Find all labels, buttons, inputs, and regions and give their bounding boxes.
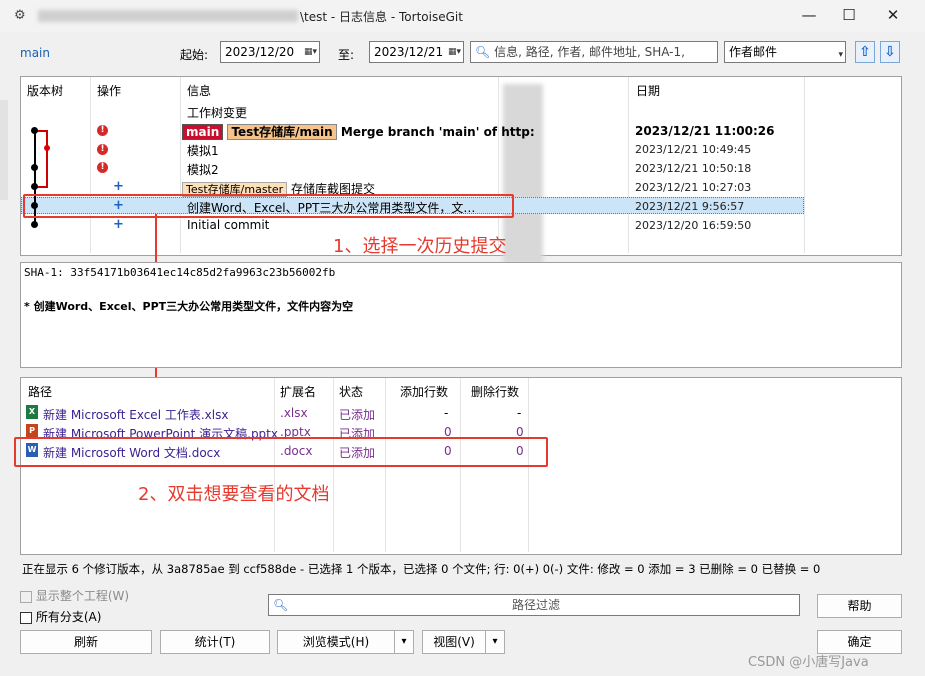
- blurred-title-path: [38, 10, 298, 22]
- browse-mode-dropdown[interactable]: ▾: [394, 630, 414, 654]
- col-header-ext[interactable]: 扩展名: [280, 383, 316, 400]
- col-divider: [628, 77, 629, 253]
- maximize-button[interactable]: ☐: [826, 0, 872, 32]
- log-row-date: 2023/12/21 10:50:18: [635, 162, 752, 175]
- log-row-date: 2023/12/21 9:56:57: [635, 200, 745, 213]
- added-icon: +: [113, 179, 124, 194]
- log-row-message[interactable]: 工作树变更: [187, 104, 247, 121]
- col-divider: [498, 77, 499, 253]
- filter-select[interactable]: 作者邮件 ▾: [724, 41, 846, 63]
- highlight-box-commit: [23, 194, 514, 218]
- refresh-button[interactable]: 刷新: [20, 630, 152, 654]
- to-label: 至:: [338, 48, 355, 62]
- search-input[interactable]: 🔍︎ 信息, 路径, 作者, 邮件地址, SHA-1,: [470, 41, 718, 63]
- to-date-picker[interactable]: 2023/12/21 ▦▾: [369, 41, 464, 63]
- file-row-ext: .xlsx: [280, 406, 308, 420]
- left-edge-strip: [0, 100, 8, 200]
- close-button[interactable]: ✕: [870, 0, 916, 32]
- help-button[interactable]: 帮助: [817, 594, 902, 618]
- window-title: \test - 日志信息 - TortoiseGit: [300, 10, 463, 24]
- view-dropdown[interactable]: ▾: [485, 630, 505, 654]
- view-button[interactable]: 视图(V): [422, 630, 486, 654]
- file-row-added: -: [444, 406, 449, 420]
- path-filter-placeholder: 路径过滤: [511, 598, 560, 612]
- path-filter-input[interactable]: 🔍︎ 路径过滤: [268, 594, 800, 616]
- commit-sha: SHA-1: 33f54171b03641ec14c85d2fa9963c23b…: [24, 266, 336, 279]
- commit-node: [31, 183, 38, 190]
- added-icon: +: [113, 217, 124, 232]
- col-divider: [804, 77, 805, 253]
- calendar-icon[interactable]: ▦▾: [448, 42, 461, 62]
- log-row-date: 2023/12/20 16:59:50: [635, 219, 752, 232]
- log-row-date: 2023/12/21 10:49:45: [635, 143, 752, 156]
- col-header-actions[interactable]: 操作: [97, 82, 121, 99]
- from-label: 起始:: [180, 48, 209, 62]
- log-row-message[interactable]: 模拟2: [187, 161, 219, 178]
- powerpoint-file-icon: P: [26, 424, 38, 438]
- col-divider: [180, 77, 181, 253]
- search-placeholder: 信息, 路径, 作者, 邮件地址, SHA-1,: [494, 45, 685, 59]
- col-header-message[interactable]: 信息: [187, 82, 211, 99]
- file-row-status: 已添加: [339, 408, 376, 422]
- previous-match-button[interactable]: ⇧: [855, 41, 875, 63]
- to-date-value: 2023/12/21: [374, 45, 444, 59]
- show-whole-project-checkbox: 显示整个工程(W): [20, 587, 129, 604]
- log-table[interactable]: [20, 76, 902, 256]
- calendar-icon[interactable]: ▦▾: [304, 42, 317, 62]
- from-date-picker[interactable]: 2023/12/20 ▦▾: [220, 41, 320, 63]
- col-header-added[interactable]: 添加行数: [400, 383, 448, 400]
- watermark: CSDN @小唐写Java: [748, 655, 869, 670]
- col-header-path[interactable]: 路径: [28, 383, 52, 400]
- checkbox-box[interactable]: [20, 611, 32, 624]
- commit-message: * 创建Word、Excel、PPT三大办公常用类型文件，文件内容为空: [24, 300, 354, 313]
- blurred-author-column: [503, 84, 543, 264]
- chevron-down-icon: ▾: [838, 50, 843, 60]
- stats-button[interactable]: 统计(T): [160, 630, 270, 654]
- annotation-step2: 2、双击想要查看的文档: [138, 484, 330, 505]
- modified-icon: !: [97, 162, 108, 173]
- search-icon: 🔍︎: [273, 598, 289, 612]
- modified-icon: !: [97, 144, 108, 155]
- all-branches-label: 所有分支(A): [35, 610, 102, 624]
- annotation-step1: 1、选择一次历史提交: [333, 236, 507, 257]
- status-bar: 正在显示 6 个修订版本，从 3a8785ae 到 ccf588de - 已选择…: [22, 562, 821, 576]
- highlight-box-file: [14, 437, 548, 467]
- col-divider: [90, 77, 91, 253]
- log-row-date: 2023/12/21 10:27:03: [635, 181, 752, 194]
- filter-select-value: 作者邮件: [729, 45, 778, 59]
- graph-line: [46, 130, 48, 186]
- branch-tag-remote: Test存储库/main: [227, 124, 337, 140]
- branch-tag-main: main: [182, 124, 224, 140]
- merge-icon: !: [97, 125, 108, 136]
- file-row-path[interactable]: 新建 Microsoft Excel 工作表.xlsx: [43, 406, 228, 423]
- log-row-message[interactable]: Initial commit: [187, 218, 269, 232]
- app-icon: ⚙: [14, 8, 26, 23]
- commit-node: [31, 221, 38, 228]
- log-row[interactable]: main Test存储库/main Merge branch 'main' of…: [182, 123, 535, 140]
- branch-link[interactable]: main: [20, 46, 50, 60]
- col-header-date[interactable]: 日期: [636, 82, 660, 99]
- commit-node: [31, 164, 38, 171]
- log-row-message: Merge branch 'main' of http:: [340, 125, 535, 139]
- log-row-message[interactable]: 模拟1: [187, 142, 219, 159]
- search-icon: 🔍︎: [475, 45, 491, 59]
- show-whole-project-label: 显示整个工程(W): [35, 589, 130, 603]
- log-row-date: 2023/12/21 11:00:26: [635, 124, 775, 138]
- checkbox-box: [20, 590, 32, 603]
- file-row-deleted: -: [517, 406, 522, 420]
- col-header-deleted[interactable]: 删除行数: [471, 383, 519, 400]
- browse-mode-button[interactable]: 浏览模式(H): [277, 630, 395, 654]
- next-match-button[interactable]: ⇩: [880, 41, 900, 63]
- commit-node: [31, 127, 38, 134]
- all-branches-checkbox[interactable]: 所有分支(A): [20, 608, 101, 625]
- commit-node: [44, 145, 50, 151]
- excel-file-icon: X: [26, 405, 38, 419]
- col-header-status[interactable]: 状态: [339, 383, 363, 400]
- col-header-graph[interactable]: 版本树: [27, 82, 63, 99]
- from-date-value: 2023/12/20: [225, 45, 295, 59]
